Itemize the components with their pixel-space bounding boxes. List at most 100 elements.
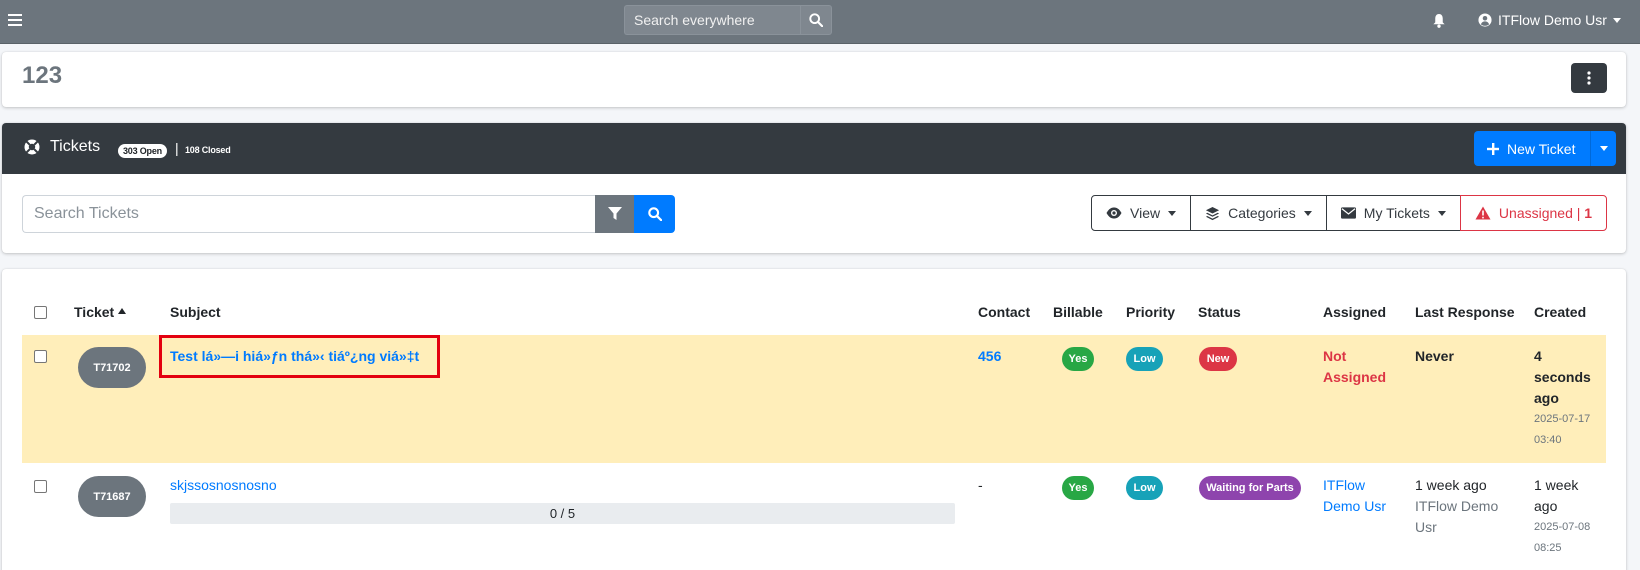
column-header-created[interactable]: Created: [1534, 304, 1586, 320]
created-line-1: 4: [1534, 348, 1542, 364]
column-header-subject[interactable]: Subject: [170, 304, 221, 320]
warning-triangle-icon: [1475, 206, 1491, 220]
ticket-number-badge[interactable]: T71702: [78, 347, 146, 388]
count-separator: |: [175, 140, 179, 156]
last-response-line-3: Usr: [1415, 519, 1437, 535]
new-ticket-label: New Ticket: [1507, 140, 1576, 157]
created-line-2: seconds: [1534, 369, 1591, 385]
my-tickets-dropdown[interactable]: My Tickets: [1325, 195, 1461, 231]
tickets-card-header: Tickets 303 Open | 108 Closed New Ticket: [2, 123, 1626, 174]
filter-toggle-button[interactable]: [595, 195, 634, 233]
assigned-value[interactable]: Not Assigned: [1323, 346, 1386, 388]
assigned-line-2: Assigned: [1323, 369, 1387, 385]
column-header-contact[interactable]: Contact: [978, 304, 1030, 320]
tickets-table-card: Ticket Subject Contact Billable Priority…: [2, 269, 1626, 570]
chevron-down-icon: [1437, 210, 1446, 216]
billable-badge: Yes: [1062, 476, 1094, 500]
plus-icon: [1487, 142, 1499, 155]
top-navbar: Search everywhere ITFlow Demo Usr: [0, 0, 1640, 44]
ticket-number-badge[interactable]: T71687: [78, 476, 146, 517]
priority-badge: Low: [1126, 476, 1163, 500]
ticket-search-input[interactable]: Search Tickets: [22, 195, 595, 233]
life-ring-icon: [24, 139, 40, 158]
task-progress-bar: 0 / 5: [170, 503, 955, 524]
ticket-subject-link[interactable]: skjssosnosnosno: [170, 475, 277, 496]
new-ticket-button[interactable]: New Ticket: [1474, 141, 1590, 157]
contact-value: -: [978, 477, 983, 493]
chevron-down-icon: [1599, 146, 1608, 151]
priority-badge: Low: [1126, 347, 1163, 371]
last-response-line-1: 1 week ago: [1415, 477, 1487, 493]
created-line-2: ago: [1534, 498, 1558, 514]
column-header-last-response[interactable]: Last Response: [1415, 304, 1515, 320]
contact-link[interactable]: 456: [978, 346, 1001, 367]
categories-label: Categories: [1228, 205, 1296, 221]
user-circle-icon: [1478, 13, 1492, 27]
closed-count-link[interactable]: 108 Closed: [185, 145, 231, 155]
assigned-link[interactable]: ITFlow Demo Usr: [1323, 475, 1386, 517]
chevron-down-icon: [1168, 210, 1177, 216]
ticket-search-button[interactable]: [634, 195, 675, 233]
sort-up-icon: [118, 308, 127, 314]
unassigned-count: 1: [1584, 205, 1593, 221]
last-response-line-2: ITFlow Demo: [1415, 498, 1499, 514]
last-response-value: Never: [1415, 348, 1454, 364]
categories-dropdown[interactable]: Categories: [1190, 195, 1327, 231]
assigned-line-2: Demo Usr: [1323, 498, 1387, 514]
open-count-badge[interactable]: 303 Open: [118, 144, 167, 158]
column-header-status[interactable]: Status: [1198, 304, 1241, 320]
global-search-button[interactable]: [800, 5, 832, 35]
unassigned-label: Unassigned |: [1498, 205, 1581, 221]
row-checkbox[interactable]: [34, 350, 47, 363]
status-badge: New: [1199, 347, 1237, 371]
assigned-line-1: Not: [1323, 348, 1347, 364]
column-header-ticket[interactable]: Ticket: [74, 304, 127, 320]
my-tickets-label: My Tickets: [1363, 205, 1430, 221]
created-value: 4 seconds ago 2025-07-17 03:40: [1534, 346, 1591, 451]
filter-icon: [607, 207, 622, 220]
column-header-billable[interactable]: Billable: [1053, 304, 1103, 320]
column-header-ticket-label: Ticket: [74, 304, 115, 320]
assigned-line-1: ITFlow: [1323, 477, 1365, 493]
user-menu[interactable]: ITFlow Demo Usr: [1478, 12, 1621, 28]
tickets-card: Tickets 303 Open | 108 Closed New Ticket…: [2, 123, 1626, 253]
chevron-down-icon: [1612, 17, 1621, 23]
column-header-assigned[interactable]: Assigned: [1323, 304, 1386, 320]
envelope-icon: [1340, 207, 1356, 219]
subject-highlight-box: [159, 335, 440, 378]
new-ticket-dropdown-toggle[interactable]: [1590, 131, 1616, 166]
ellipsis-vertical-icon: [1587, 71, 1591, 85]
global-search: Search everywhere: [624, 5, 832, 35]
chevron-down-icon: [1303, 210, 1312, 216]
eye-icon: [1106, 207, 1122, 219]
unassigned-button[interactable]: Unassigned | 1: [1459, 195, 1608, 231]
new-ticket-button-group: New Ticket: [1474, 131, 1616, 166]
created-time: 08:25: [1534, 542, 1562, 554]
client-header-card: 123: [2, 52, 1626, 107]
created-line-1: 1 week: [1534, 477, 1579, 493]
view-label: View: [1130, 205, 1161, 221]
hamburger-icon[interactable]: [8, 12, 24, 30]
created-line-3: ago: [1534, 390, 1559, 406]
page-title: 123: [22, 62, 63, 89]
last-response-value: 1 week ago ITFlow Demo Usr: [1415, 475, 1498, 538]
ticket-filter-buttons: View Categories My Tickets Unassigned | …: [1091, 195, 1608, 231]
user-name: ITFlow Demo Usr: [1498, 12, 1607, 28]
column-header-priority[interactable]: Priority: [1126, 304, 1175, 320]
tickets-title: Tickets: [50, 138, 101, 155]
status-badge: Waiting for Parts: [1199, 476, 1301, 500]
view-dropdown[interactable]: View: [1091, 195, 1192, 231]
search-icon: [809, 13, 823, 27]
search-icon: [647, 207, 662, 221]
created-date: 2025-07-08: [1534, 521, 1591, 533]
bell-icon[interactable]: [1432, 13, 1446, 31]
select-all-checkbox[interactable]: [34, 306, 47, 319]
client-actions-button[interactable]: [1571, 63, 1607, 93]
created-date: 2025-07-17: [1534, 413, 1591, 425]
billable-badge: Yes: [1062, 347, 1094, 371]
row-checkbox[interactable]: [34, 480, 47, 493]
created-value: 1 week ago 2025-07-08 08:25: [1534, 475, 1590, 559]
layer-group-icon: [1206, 206, 1220, 220]
global-search-input[interactable]: Search everywhere: [624, 5, 800, 35]
created-time: 03:40: [1534, 434, 1562, 446]
